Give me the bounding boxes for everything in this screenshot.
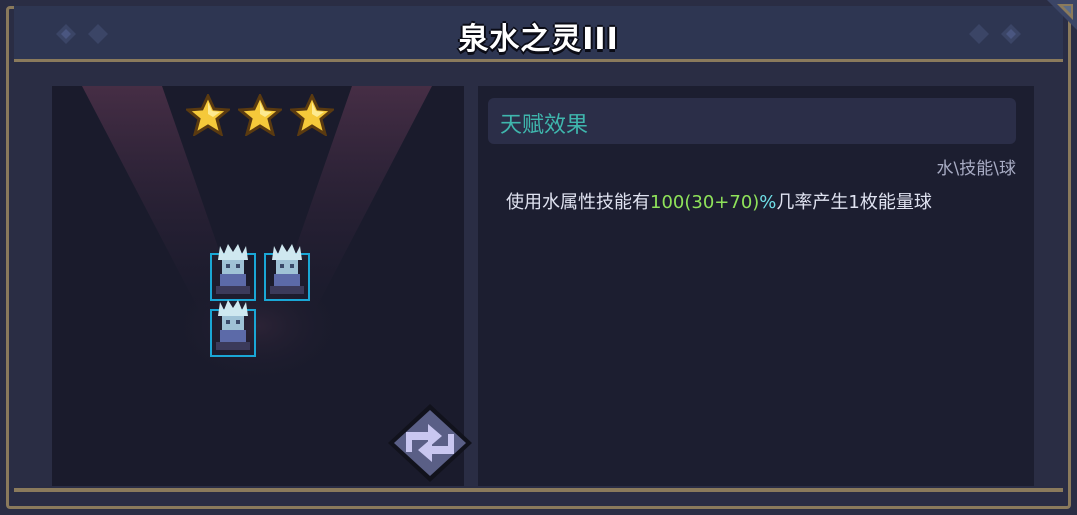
description-suffix: 几率产生1枚能量球	[776, 192, 932, 213]
description-prefix: 使用水属性技能有	[506, 192, 650, 213]
window-title: 泉水之灵III	[458, 22, 619, 57]
chance-value: 100(30+70)	[650, 192, 760, 213]
talent-header-title: 天赋效果	[500, 113, 589, 138]
water-spirit-unit[interactable]	[210, 298, 256, 358]
percent-sign: %	[759, 192, 777, 213]
star-icon	[186, 94, 230, 136]
talent-header: 天赋效果	[488, 98, 1016, 144]
star-icon	[290, 94, 334, 136]
corner-ornament-icon	[1047, 0, 1077, 30]
talent-window: 泉水之灵III 天赋效果 水\技能\球 使用水属性技能有100(30+70)%几…	[0, 0, 1077, 515]
swap-arrows-icon[interactable]	[386, 402, 474, 484]
star-icon	[238, 94, 282, 136]
star-rating	[186, 94, 334, 136]
title-bar: 泉水之灵III	[14, 6, 1063, 62]
water-spirit-unit[interactable]	[264, 242, 310, 302]
water-spirit-unit[interactable]	[210, 242, 256, 302]
bottom-border	[14, 488, 1063, 492]
talent-panel: 天赋效果 水\技能\球 使用水属性技能有100(30+70)%几率产生1枚能量球	[478, 86, 1034, 486]
talent-description: 使用水属性技能有100(30+70)%几率产生1枚能量球	[506, 188, 932, 214]
talent-tags: 水\技能\球	[936, 159, 1016, 179]
